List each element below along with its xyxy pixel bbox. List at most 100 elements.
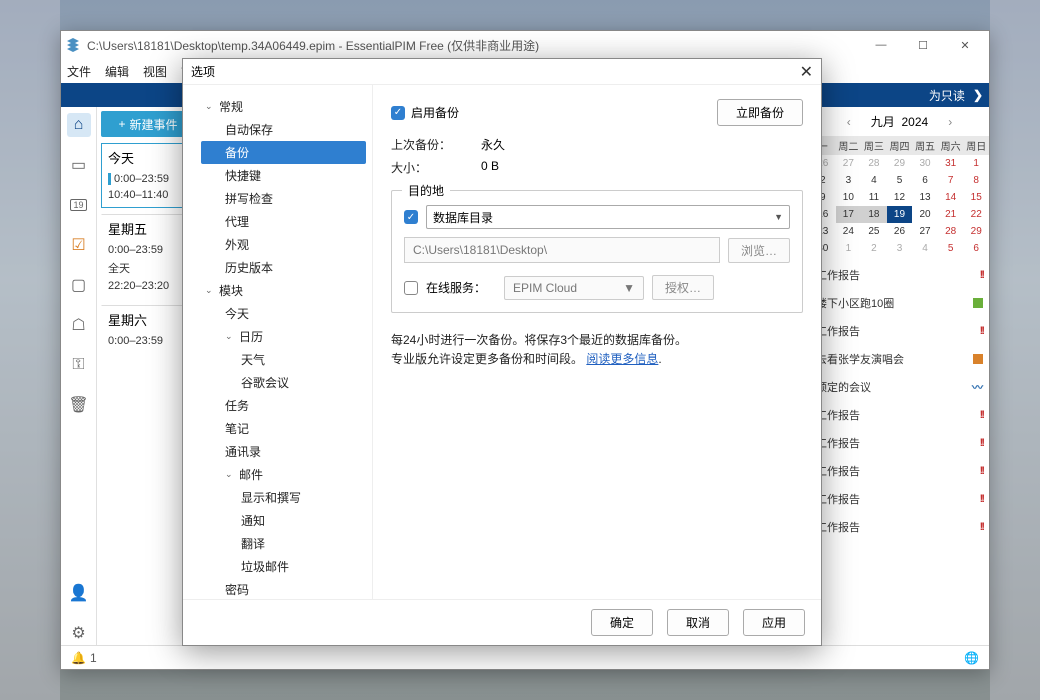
cal-day[interactable]: 5 [938,240,964,257]
tree-node[interactable]: ⌄常规 [201,95,366,118]
dest-select[interactable]: 数据库目录 ▼ [426,205,790,229]
cal-day[interactable]: 25 [861,223,887,240]
globe-icon[interactable]: 🌐 [964,651,979,665]
todo-row[interactable]: 工作报告!! [816,323,983,339]
cal-next[interactable]: › [948,115,952,129]
home-icon[interactable]: ⌂ [67,113,91,137]
browse-button[interactable]: 浏览… [728,238,790,263]
tree-node[interactable]: 笔记 [201,417,366,440]
card-icon[interactable]: ▭ [67,153,91,177]
contacts-icon[interactable]: ☖ [67,313,91,337]
cal-day[interactable]: 5 [887,172,913,189]
menu-file[interactable]: 文件 [67,63,91,80]
dest-path-input[interactable]: C:\Users\18181\Desktop\ [404,237,720,263]
cal-day[interactable]: 20 [912,206,938,223]
tree-node[interactable]: 自动保存 [201,118,366,141]
cal-day[interactable]: 13 [912,189,938,206]
cal-day[interactable]: 7 [938,172,964,189]
todo-row[interactable]: 工作报告!! [816,435,983,451]
cal-day[interactable]: 3 [887,240,913,257]
cal-day[interactable]: 3 [836,172,862,189]
cancel-button[interactable]: 取消 [667,609,729,636]
todo-row[interactable]: 工作报告!! [816,407,983,423]
tree-node[interactable]: 历史版本 [201,256,366,279]
minimize-button[interactable]: — [861,35,901,55]
cal-day[interactable]: 22 [963,206,989,223]
cal-day[interactable]: 24 [836,223,862,240]
cal-day[interactable]: 15 [963,189,989,206]
user-icon[interactable]: 👤 [67,581,91,605]
cal-day[interactable]: 28 [861,155,887,172]
tree-node[interactable]: 备份 [201,141,366,164]
todo-row[interactable]: 工作报告!! [816,519,983,535]
tree-node[interactable]: ⌄日历 [201,325,366,348]
password-icon[interactable]: ⚿ [67,353,91,377]
apply-button[interactable]: 应用 [743,609,805,636]
cal-day[interactable]: 2 [861,240,887,257]
tree-node[interactable]: 谷歌会议 [201,371,366,394]
cal-day[interactable]: 11 [861,189,887,206]
cal-day[interactable]: 21 [938,206,964,223]
tree-node[interactable]: 通知 [201,509,366,532]
online-service-select[interactable]: EPIM Cloud ▼ [504,276,644,300]
todo-row[interactable]: 去看张学友演唱会 [816,351,983,367]
cal-day[interactable]: 18 [861,206,887,223]
menu-view[interactable]: 视图 [143,63,167,80]
tree-node[interactable]: ⌄邮件 [201,463,366,486]
todo-row[interactable]: 工作报告!! [816,267,983,283]
todo-row[interactable]: 预定的会议〰 [816,379,983,395]
tree-node[interactable]: 密码 [201,578,366,599]
cal-day[interactable]: 1 [963,155,989,172]
cal-day[interactable]: 31 [938,155,964,172]
notes-icon[interactable]: ▢ [67,273,91,297]
todo-row[interactable]: 工作报告!! [816,491,983,507]
cal-day[interactable]: 27 [912,223,938,240]
close-button[interactable]: ✕ [945,35,985,55]
tree-node[interactable]: ⌄模块 [201,279,366,302]
online-service-checkbox[interactable] [404,281,418,295]
tasks-icon[interactable]: ☑ [67,233,91,257]
cal-day[interactable]: 10 [836,189,862,206]
cal-day[interactable]: 4 [861,172,887,189]
todo-row[interactable]: 工作报告!! [816,463,983,479]
authorize-button[interactable]: 授权… [652,275,714,300]
cal-day[interactable]: 4 [912,240,938,257]
cal-day[interactable]: 30 [912,155,938,172]
read-more-link[interactable]: 阅读更多信息 [586,352,658,366]
dest-checkbox[interactable]: ✓ [404,210,418,224]
settings-icon[interactable]: ⚙ [67,621,91,645]
tree-node[interactable]: 翻译 [201,532,366,555]
tree-node[interactable]: 垃圾邮件 [201,555,366,578]
tree-node[interactable]: 代理 [201,210,366,233]
chevron-right-icon[interactable]: ❯ [973,88,983,102]
tree-node[interactable]: 天气 [201,348,366,371]
maximize-button[interactable]: ☐ [903,35,943,55]
cal-prev[interactable]: ‹ [847,115,851,129]
cal-day[interactable]: 29 [963,223,989,240]
cal-day[interactable]: 6 [912,172,938,189]
cal-day[interactable]: 19 [887,206,913,223]
enable-backup-checkbox[interactable]: ✓ [391,106,405,120]
cal-day[interactable]: 8 [963,172,989,189]
tree-node[interactable]: 拼写检查 [201,187,366,210]
cal-day[interactable]: 26 [887,223,913,240]
cal-day[interactable]: 17 [836,206,862,223]
tree-node[interactable]: 今天 [201,302,366,325]
tree-node[interactable]: 快捷键 [201,164,366,187]
notifications[interactable]: 🔔 1 [71,651,97,665]
cal-day[interactable]: 1 [836,240,862,257]
todo-row[interactable]: 楼下小区跑10圈 [816,295,983,311]
backup-now-button[interactable]: 立即备份 [717,99,803,126]
cal-day[interactable]: 27 [836,155,862,172]
tree-node[interactable]: 通讯录 [201,440,366,463]
cal-day[interactable]: 12 [887,189,913,206]
dialog-close-button[interactable]: ✕ [800,62,813,82]
trash-icon[interactable]: 🗑 [67,393,91,417]
tree-node[interactable]: 显示和撰写 [201,486,366,509]
ok-button[interactable]: 确定 [591,609,653,636]
calendar-icon[interactable]: 19 [67,193,91,217]
cal-day[interactable]: 28 [938,223,964,240]
cal-day[interactable]: 29 [887,155,913,172]
tree-node[interactable]: 外观 [201,233,366,256]
tree-node[interactable]: 任务 [201,394,366,417]
